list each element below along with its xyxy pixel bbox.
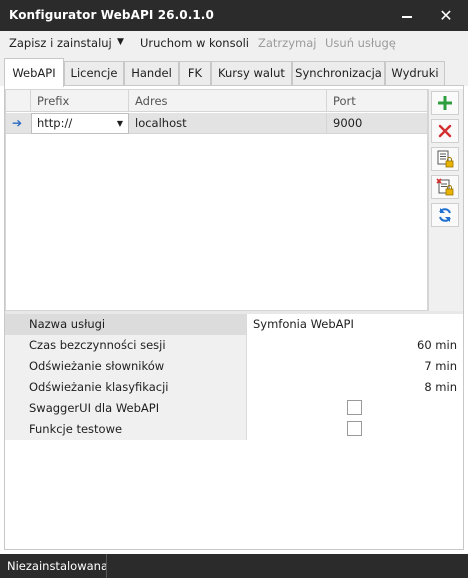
- session-timeout-field[interactable]: 60 min: [247, 335, 463, 356]
- minimize-icon[interactable]: [395, 6, 419, 26]
- chevron-down-icon[interactable]: ▼: [117, 37, 124, 47]
- arrow-right-icon: ➔: [12, 116, 23, 130]
- document-lock-icon: [437, 150, 454, 168]
- document-lock-button[interactable]: [431, 147, 459, 171]
- property-row-session-timeout[interactable]: Czas bezczynności sesji 60 min: [5, 335, 463, 356]
- property-row-test-functions[interactable]: Funkcje testowe: [5, 419, 463, 440]
- run-console-menu-item[interactable]: Uruchom w konsoli: [140, 36, 249, 50]
- property-row-classification-refresh[interactable]: Odświeżanie klasyfikacji 8 min: [5, 377, 463, 398]
- property-row-service-name[interactable]: Nazwa usługi Symfonia WebAPI: [5, 314, 463, 335]
- grid-header: Prefix Adres Port: [6, 90, 427, 112]
- tab-synchronizacja[interactable]: Synchronizacja: [292, 61, 385, 86]
- window-title: Konfigurator WebAPI 26.0.1.0: [9, 8, 214, 22]
- tab-wydruki[interactable]: Wydruki: [385, 61, 445, 86]
- swagger-value: [247, 398, 463, 419]
- chevron-down-icon[interactable]: ▼: [117, 114, 123, 133]
- column-header-port[interactable]: Port: [327, 90, 427, 112]
- classification-refresh-field[interactable]: 8 min: [247, 377, 463, 398]
- property-label: Funkcje testowe: [5, 419, 247, 440]
- menu-bar: Zapisz i zainstaluj ▼ Uruchom w konsoli …: [0, 31, 468, 56]
- status-bar: Niezainstalowana: [0, 554, 468, 578]
- delete-icon: [438, 124, 452, 138]
- stop-menu-item[interactable]: Zatrzymaj: [258, 36, 316, 50]
- delete-button[interactable]: [431, 119, 459, 143]
- add-icon: [438, 96, 452, 110]
- property-label: Nazwa usługi: [5, 314, 247, 335]
- endpoints-grid: Prefix Adres Port ➔ http:// ▼ localhost …: [5, 89, 428, 311]
- status-separator: [106, 554, 107, 578]
- column-header-prefix[interactable]: Prefix: [31, 90, 129, 112]
- property-label: Odświeżanie słowników: [5, 356, 247, 377]
- tab-fk[interactable]: FK: [179, 61, 211, 86]
- port-cell[interactable]: 9000: [327, 113, 427, 134]
- tab-kursy-walut[interactable]: Kursy walut: [211, 61, 292, 86]
- tab-webapi[interactable]: WebAPI: [4, 58, 64, 87]
- document-delete-lock-icon: [436, 178, 454, 196]
- tab-handel[interactable]: Handel: [124, 61, 179, 86]
- row-indicator-header: [6, 90, 31, 112]
- address-cell[interactable]: localhost: [129, 113, 327, 134]
- document-delete-lock-button[interactable]: [431, 175, 459, 199]
- property-label: Czas bezczynności sesji: [5, 335, 247, 356]
- test-functions-value: [247, 419, 463, 440]
- property-label: SwaggerUI dla WebAPI: [5, 398, 247, 419]
- remove-service-menu-item[interactable]: Usuń usługę: [325, 36, 396, 50]
- refresh-button[interactable]: [431, 203, 459, 227]
- table-row[interactable]: ➔ http:// ▼ localhost 9000: [6, 113, 427, 134]
- property-row-swagger[interactable]: SwaggerUI dla WebAPI: [5, 398, 463, 419]
- install-menu-item[interactable]: Zapisz i zainstaluj: [9, 36, 112, 50]
- refresh-icon: [439, 208, 451, 222]
- property-label: Odświeżanie klasyfikacji: [5, 377, 247, 398]
- status-text: Niezainstalowana: [7, 559, 109, 573]
- dictionary-refresh-field[interactable]: 7 min: [247, 356, 463, 377]
- test-functions-checkbox[interactable]: [347, 421, 362, 436]
- column-header-address[interactable]: Adres: [129, 90, 327, 112]
- close-icon[interactable]: ✕: [434, 6, 458, 26]
- prefix-select[interactable]: http:// ▼: [31, 113, 129, 134]
- prefix-value: http://: [37, 116, 73, 130]
- side-toolbar: [428, 89, 463, 311]
- property-row-dictionary-refresh[interactable]: Odświeżanie słowników 7 min: [5, 356, 463, 377]
- tab-strip: WebAPI Licencje Handel FK Kursy walut Sy…: [0, 56, 468, 87]
- tab-licencje[interactable]: Licencje: [64, 61, 124, 86]
- swagger-checkbox[interactable]: [347, 400, 362, 415]
- title-bar: Konfigurator WebAPI 26.0.1.0 ✕: [0, 0, 468, 31]
- service-name-field[interactable]: Symfonia WebAPI: [247, 314, 463, 335]
- add-button[interactable]: [431, 91, 459, 115]
